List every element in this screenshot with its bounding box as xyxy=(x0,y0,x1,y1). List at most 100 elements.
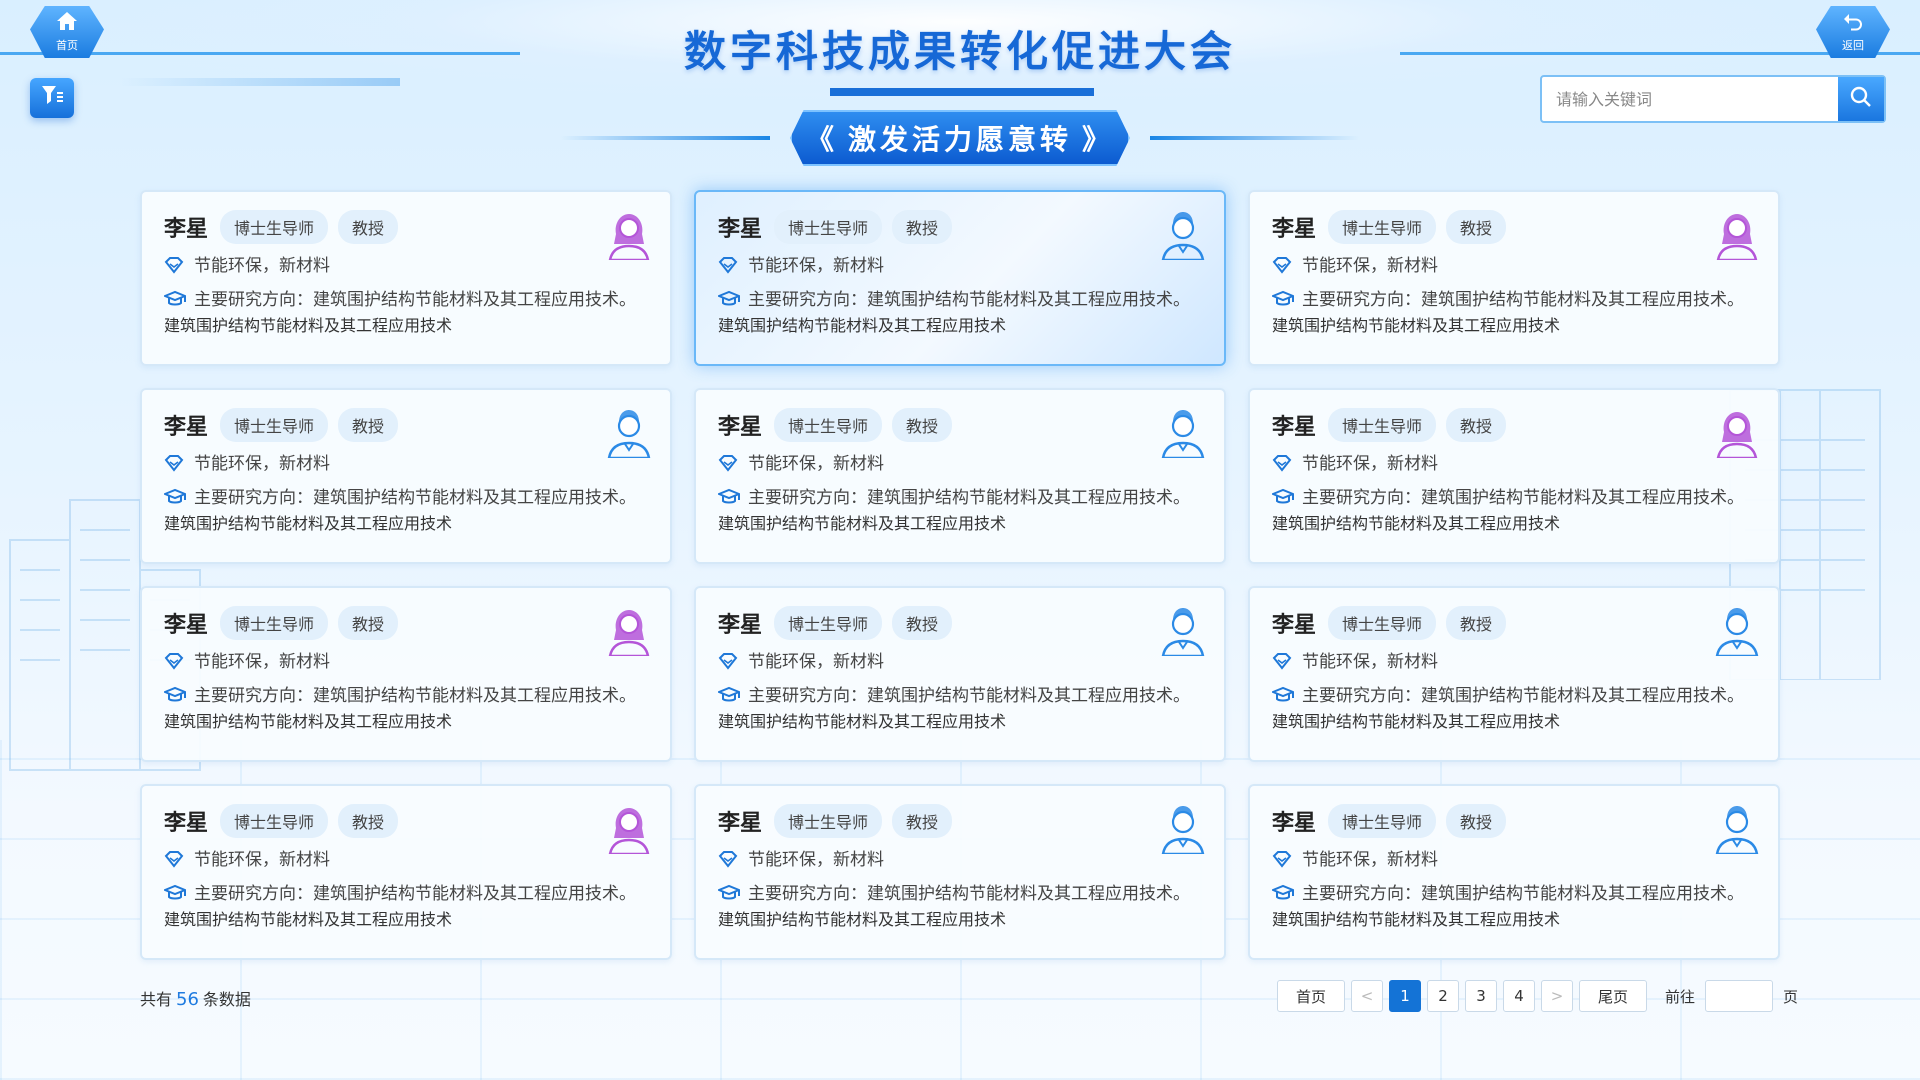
last-page-button[interactable]: 尾页 xyxy=(1579,980,1647,1012)
graduation-cap-icon xyxy=(718,884,742,902)
first-page-button[interactable]: 首页 xyxy=(1277,980,1345,1012)
research-text: 主要研究方向：建筑围护结构节能材料及其工程应用技术。 xyxy=(1302,488,1744,508)
expert-card[interactable]: 李星 博士生导师 教授 节能环保，新材料 主要研究方向：建筑围护结构节能材料及其… xyxy=(140,190,672,366)
female-avatar-icon xyxy=(606,604,652,658)
card-header: 李星 博士生导师 教授 xyxy=(718,606,1202,640)
rank-tag: 教授 xyxy=(892,606,953,640)
rank-tag: 教授 xyxy=(338,210,399,244)
title-tag: 博士生导师 xyxy=(774,804,883,838)
card-header: 李星 博士生导师 教授 xyxy=(164,804,648,838)
rank-tag: 教授 xyxy=(338,606,399,640)
research-row: 主要研究方向：建筑围护结构节能材料及其工程应用技术。 xyxy=(164,288,648,312)
diamond-icon xyxy=(164,850,188,868)
expert-card[interactable]: 李星 博士生导师 教授 节能环保，新材料 主要研究方向：建筑围护结构节能材料及其… xyxy=(694,190,1226,366)
search-input[interactable] xyxy=(1542,77,1838,121)
back-label: 返回 xyxy=(1842,39,1864,52)
expert-card[interactable]: 李星 博士生导师 教授 节能环保，新材料 主要研究方向：建筑围护结构节能材料及其… xyxy=(694,784,1226,960)
male-avatar-icon xyxy=(1160,802,1206,856)
research-text: 主要研究方向：建筑围护结构节能材料及其工程应用技术。 xyxy=(748,686,1190,706)
research-row: 主要研究方向：建筑围护结构节能材料及其工程应用技术。 xyxy=(1272,288,1756,312)
pagination: 首页 < 1234 > 尾页 前往 页 xyxy=(1277,980,1798,1012)
research-text-continued: 建筑围护结构节能材料及其工程应用技术 xyxy=(1272,514,1561,533)
rank-tag: 教授 xyxy=(1446,210,1507,244)
title-tag: 博士生导师 xyxy=(220,804,329,838)
diamond-icon xyxy=(1272,454,1296,472)
card-header: 李星 博士生导师 教授 xyxy=(164,408,648,442)
total-count-number: 56 xyxy=(176,989,199,1010)
page-unit-label: 页 xyxy=(1783,987,1799,1006)
expert-name: 李星 xyxy=(718,811,763,836)
field-row: 节能环保，新材料 xyxy=(1272,452,1756,476)
page-number-button[interactable]: 4 xyxy=(1503,980,1535,1012)
diamond-icon xyxy=(1272,652,1296,670)
title-tag: 博士生导师 xyxy=(1328,210,1437,244)
graduation-cap-icon xyxy=(164,290,188,308)
research-text-continued: 建筑围护结构节能材料及其工程应用技术 xyxy=(164,910,453,929)
back-button[interactable]: 返回 xyxy=(1816,6,1890,58)
title-tag: 博士生导师 xyxy=(1328,408,1437,442)
title-tag: 博士生导师 xyxy=(774,408,883,442)
expert-card[interactable]: 李星 博士生导师 教授 节能环保，新材料 主要研究方向：建筑围护结构节能材料及其… xyxy=(140,784,672,960)
expert-name: 李星 xyxy=(718,415,763,440)
page-number-button[interactable]: 1 xyxy=(1389,980,1421,1012)
home-button[interactable]: 首页 xyxy=(30,6,104,58)
research-text-continued: 建筑围护结构节能材料及其工程应用技术 xyxy=(1272,910,1561,929)
rank-tag: 教授 xyxy=(338,408,399,442)
male-avatar-icon xyxy=(1714,604,1760,658)
expert-card[interactable]: 李星 博士生导师 教授 节能环保，新材料 主要研究方向：建筑围护结构节能材料及其… xyxy=(140,586,672,762)
rank-tag: 教授 xyxy=(1446,606,1507,640)
field-text: 节能环保，新材料 xyxy=(748,850,884,870)
page-number-button[interactable]: 2 xyxy=(1427,980,1459,1012)
expert-card[interactable]: 李星 博士生导师 教授 节能环保，新材料 主要研究方向：建筑围护结构节能材料及其… xyxy=(140,388,672,564)
expert-name: 李星 xyxy=(718,613,763,638)
goto-page-input[interactable] xyxy=(1705,980,1774,1012)
filter-button[interactable] xyxy=(30,78,74,118)
prev-page-button[interactable]: < xyxy=(1351,980,1383,1012)
field-row: 节能环保，新材料 xyxy=(1272,650,1756,674)
research-row: 主要研究方向：建筑围护结构节能材料及其工程应用技术。 xyxy=(718,684,1202,708)
expert-card-grid: 李星 博士生导师 教授 节能环保，新材料 主要研究方向：建筑围护结构节能材料及其… xyxy=(140,190,1780,960)
research-text: 主要研究方向：建筑围护结构节能材料及其工程应用技术。 xyxy=(748,488,1190,508)
field-text: 节能环保，新材料 xyxy=(194,454,330,474)
field-text: 节能环保，新材料 xyxy=(1302,652,1438,672)
field-text: 节能环保，新材料 xyxy=(1302,454,1438,474)
card-header: 李星 博士生导师 教授 xyxy=(718,408,1202,442)
diamond-icon xyxy=(1272,256,1296,274)
research-text-continued: 建筑围护结构节能材料及其工程应用技术 xyxy=(164,514,453,533)
search-button[interactable] xyxy=(1838,77,1884,121)
research-row: 主要研究方向：建筑围护结构节能材料及其工程应用技术。 xyxy=(164,882,648,906)
field-row: 节能环保，新材料 xyxy=(164,254,648,278)
research-text-continued: 建筑围护结构节能材料及其工程应用技术 xyxy=(1272,316,1561,335)
graduation-cap-icon xyxy=(718,488,742,506)
expert-card[interactable]: 李星 博士生导师 教授 节能环保，新材料 主要研究方向：建筑围护结构节能材料及其… xyxy=(694,388,1226,564)
expert-name: 李星 xyxy=(164,613,209,638)
female-avatar-icon xyxy=(606,208,652,262)
expert-card[interactable]: 李星 博士生导师 教授 节能环保，新材料 主要研究方向：建筑围护结构节能材料及其… xyxy=(694,586,1226,762)
expert-name: 李星 xyxy=(1272,613,1317,638)
title-tag: 博士生导师 xyxy=(220,606,329,640)
expert-name: 李星 xyxy=(1272,811,1317,836)
expert-card[interactable]: 李星 博士生导师 教授 节能环保，新材料 主要研究方向：建筑围护结构节能材料及其… xyxy=(1248,784,1780,960)
card-header: 李星 博士生导师 教授 xyxy=(164,210,648,244)
expert-card[interactable]: 李星 博士生导师 教授 节能环保，新材料 主要研究方向：建筑围护结构节能材料及其… xyxy=(1248,190,1780,366)
goto-label: 前往 xyxy=(1665,987,1696,1006)
graduation-cap-icon xyxy=(164,488,188,506)
total-count: 共有 56 条数据 xyxy=(140,989,251,1010)
expert-card[interactable]: 李星 博士生导师 教授 节能环保，新材料 主要研究方向：建筑围护结构节能材料及其… xyxy=(1248,388,1780,564)
page-number-button[interactable]: 3 xyxy=(1465,980,1497,1012)
graduation-cap-icon xyxy=(164,884,188,902)
research-row: 主要研究方向：建筑围护结构节能材料及其工程应用技术。 xyxy=(164,684,648,708)
field-row: 节能环保，新材料 xyxy=(718,848,1202,872)
male-avatar-icon xyxy=(606,406,652,460)
research-text-continued: 建筑围护结构节能材料及其工程应用技术 xyxy=(164,316,453,335)
research-row: 主要研究方向：建筑围护结构节能材料及其工程应用技术。 xyxy=(718,288,1202,312)
field-row: 节能环保，新材料 xyxy=(1272,848,1756,872)
graduation-cap-icon xyxy=(718,686,742,704)
section-banner: 《 激发活力愿意转 》 xyxy=(790,110,1130,166)
research-text: 主要研究方向：建筑围护结构节能材料及其工程应用技术。 xyxy=(1302,884,1744,904)
field-row: 节能环保，新材料 xyxy=(1272,254,1756,278)
next-page-button[interactable]: > xyxy=(1541,980,1573,1012)
research-row: 主要研究方向：建筑围护结构节能材料及其工程应用技术。 xyxy=(1272,882,1756,906)
expert-card[interactable]: 李星 博士生导师 教授 节能环保，新材料 主要研究方向：建筑围护结构节能材料及其… xyxy=(1248,586,1780,762)
field-row: 节能环保，新材料 xyxy=(718,254,1202,278)
